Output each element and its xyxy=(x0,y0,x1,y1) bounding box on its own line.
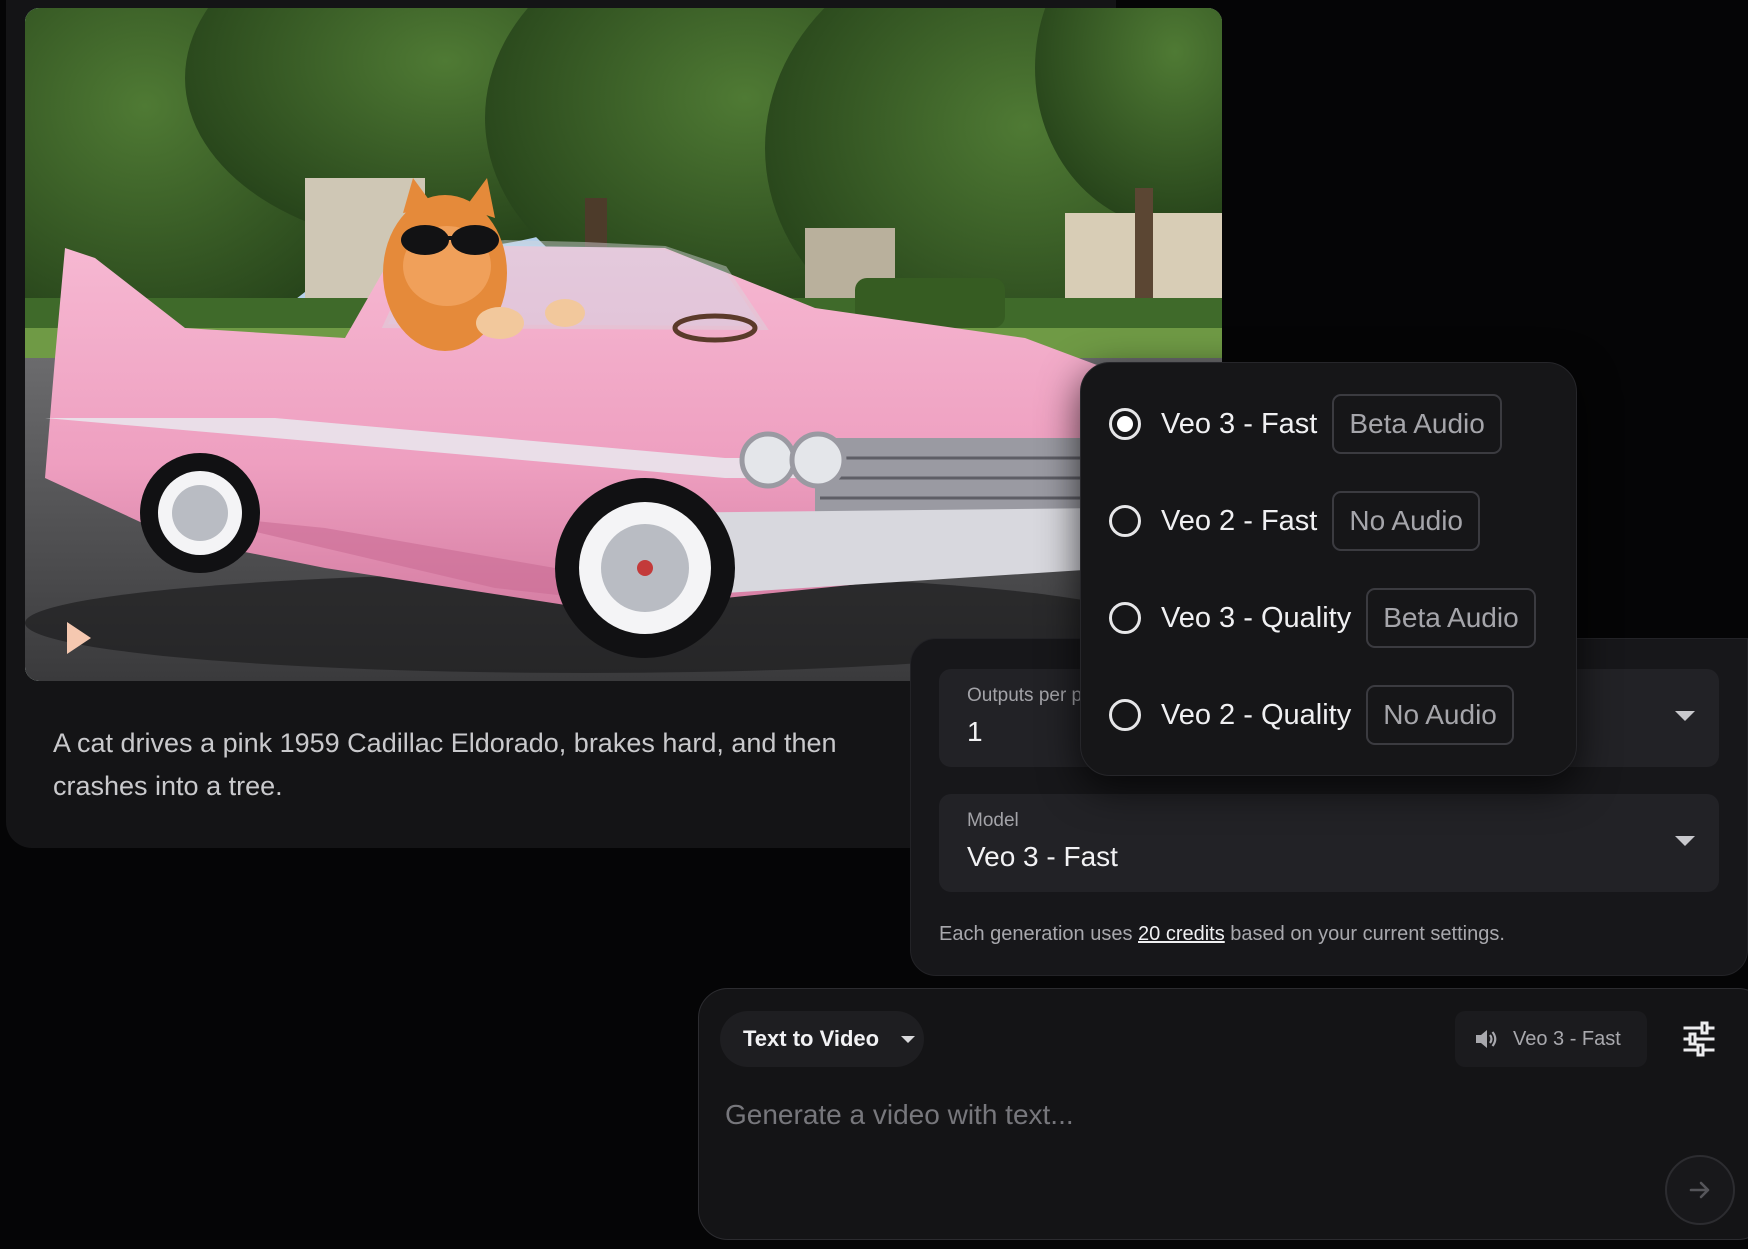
model-option-label: Veo 2 - Quality xyxy=(1161,698,1352,731)
model-option-veo2-fast[interactable]: Veo 2 - Fast No Audio xyxy=(1109,490,1480,552)
prompt-input[interactable] xyxy=(723,1089,1607,1141)
radio-icon[interactable] xyxy=(1109,699,1141,731)
model-option-label: Veo 3 - Fast xyxy=(1161,407,1318,440)
play-icon[interactable] xyxy=(63,618,95,658)
audio-badge: Beta Audio xyxy=(1332,394,1502,454)
radio-icon[interactable] xyxy=(1109,602,1141,634)
radio-icon[interactable] xyxy=(1109,505,1141,537)
model-chip[interactable]: Veo 3 - Fast xyxy=(1455,1011,1647,1067)
generation-mode-dropdown[interactable]: Text to Video xyxy=(720,1011,924,1067)
video-player[interactable] xyxy=(25,8,1222,681)
model-option-veo3-fast[interactable]: Veo 3 - Fast Beta Audio xyxy=(1109,393,1502,455)
radio-selected-icon[interactable] xyxy=(1109,408,1141,440)
speaker-icon xyxy=(1476,1030,1497,1048)
audio-badge: Beta Audio xyxy=(1366,588,1536,648)
generation-mode-label: Text to Video xyxy=(743,1026,880,1051)
model-option-veo2-quality[interactable]: Veo 2 - Quality No Audio xyxy=(1109,684,1514,746)
chevron-down-icon[interactable] xyxy=(1675,836,1695,846)
chevron-down-icon[interactable] xyxy=(1675,711,1695,721)
video-thumbnail xyxy=(25,8,1222,681)
send-button[interactable] xyxy=(1665,1155,1735,1225)
credits-note: Each generation uses 20 credits based on… xyxy=(939,923,1505,946)
model-select[interactable]: Model Veo 3 - Fast xyxy=(939,794,1719,892)
outputs-per-prompt-value: 1 xyxy=(967,716,983,747)
model-option-label: Veo 2 - Fast xyxy=(1161,504,1318,537)
model-option-veo3-quality[interactable]: Veo 3 - Quality Beta Audio xyxy=(1109,587,1536,649)
audio-badge: No Audio xyxy=(1332,491,1480,551)
model-dropdown-menu: Veo 3 - Fast Beta Audio Veo 2 - Fast No … xyxy=(1080,362,1577,776)
chevron-down-icon xyxy=(901,1035,916,1043)
model-option-label: Veo 3 - Quality xyxy=(1161,601,1352,634)
sliders-icon[interactable] xyxy=(1679,1019,1719,1059)
model-value: Veo 3 - Fast xyxy=(967,841,1118,872)
arrow-right-icon xyxy=(1689,1181,1710,1199)
audio-badge: No Audio xyxy=(1366,685,1514,745)
credits-note-prefix: Each generation uses xyxy=(939,923,1139,945)
model-label: Model xyxy=(967,810,1019,831)
video-prompt-text: A cat drives a pink 1959 Cadillac Eldora… xyxy=(53,728,837,801)
model-chip-label: Veo 3 - Fast xyxy=(1513,1027,1621,1050)
credits-link[interactable]: 20 credits xyxy=(1138,923,1225,945)
credits-note-suffix: based on your current settings. xyxy=(1224,923,1505,945)
prompt-composer: Text to Video Veo 3 - Fast xyxy=(698,988,1748,1240)
